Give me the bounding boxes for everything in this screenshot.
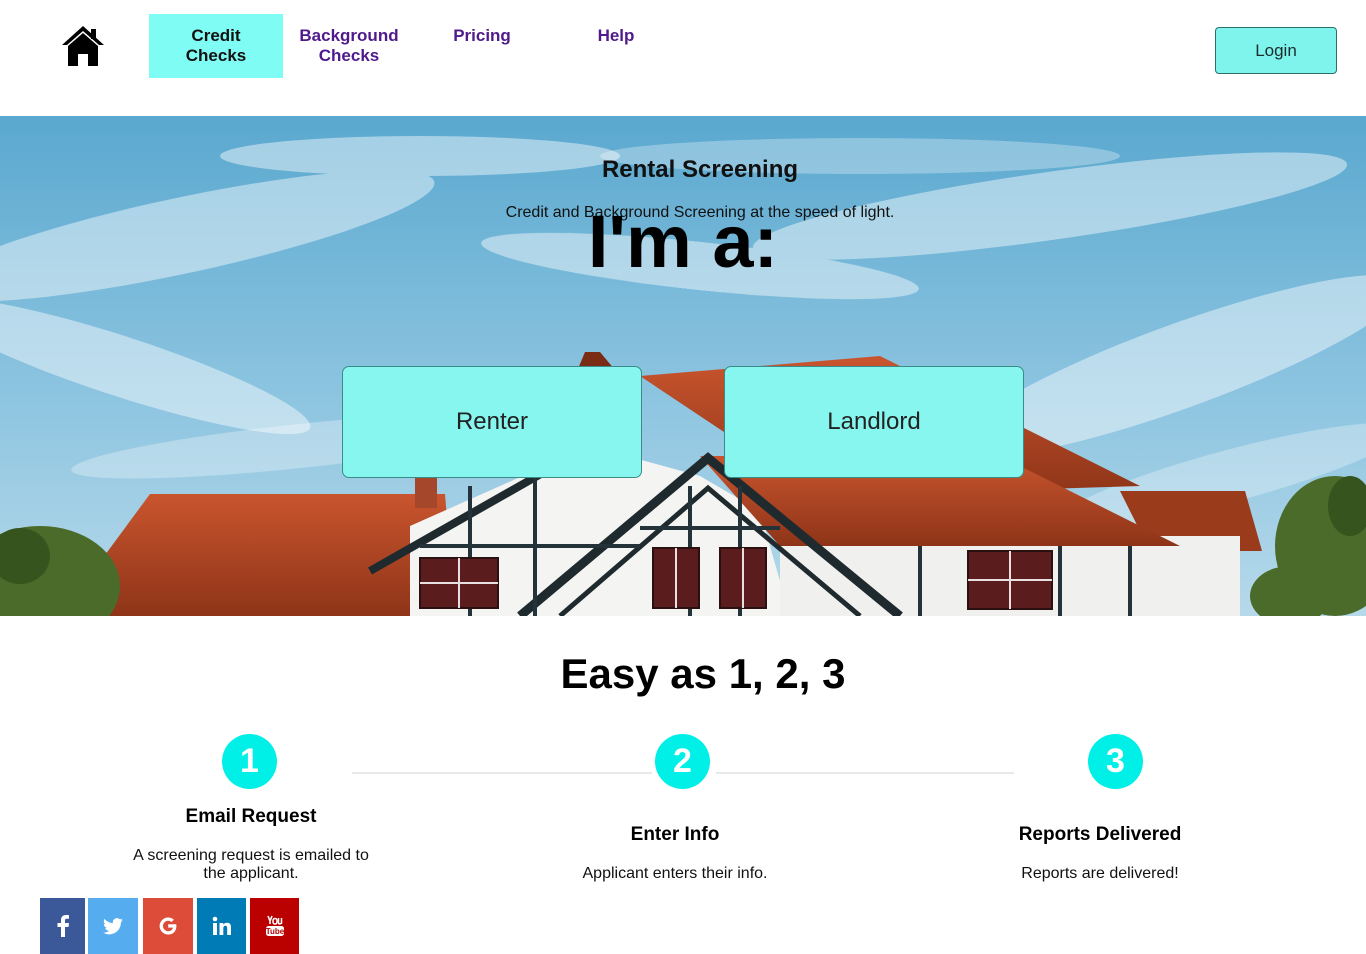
nav-label: Pricing <box>453 26 511 45</box>
youtube-icon: Tube <box>265 915 284 936</box>
nav-label: Help <box>597 26 635 45</box>
step-title: Email Request <box>185 806 317 827</box>
step-description: Reports are delivered! <box>1021 865 1179 882</box>
step-number-badge: 1 <box>222 734 277 789</box>
hero-section: Rental Screening Credit and Background S… <box>0 116 1366 616</box>
steps-heading: Easy as 1, 2, 3 <box>560 650 846 697</box>
google-link[interactable] <box>143 898 193 954</box>
home-link[interactable] <box>60 24 106 68</box>
svg-text:Tube: Tube <box>265 927 284 936</box>
step-title: Reports Delivered <box>1018 824 1182 845</box>
linkedin-icon <box>212 916 231 935</box>
nav-credit-checks[interactable]: Credit Checks <box>149 14 283 78</box>
linkedin-link[interactable] <box>197 898 246 954</box>
home-icon <box>62 26 104 66</box>
nav-label: Background Checks <box>299 26 399 65</box>
step-description: Applicant enters their info. <box>582 865 768 882</box>
twitter-link[interactable] <box>88 898 138 954</box>
step-number-badge: 2 <box>655 734 710 789</box>
step-title: Enter Info <box>630 824 720 845</box>
step-connector <box>716 772 1014 774</box>
step-connector <box>352 772 652 774</box>
step-number-badge: 3 <box>1088 734 1143 789</box>
facebook-link[interactable] <box>40 898 85 954</box>
youtube-link[interactable]: Tube <box>250 898 299 954</box>
site-header: Credit Checks Background Checks Pricing … <box>0 0 1366 116</box>
nav-background-checks[interactable]: Background Checks <box>282 14 416 78</box>
landlord-button[interactable]: Landlord <box>724 366 1024 478</box>
hero-house-image <box>0 116 1366 616</box>
facebook-icon <box>57 915 69 937</box>
hero-title: Rental Screening <box>601 156 799 183</box>
renter-button[interactable]: Renter <box>342 366 642 478</box>
login-button[interactable]: Login <box>1215 27 1337 74</box>
nav-label: Credit Checks <box>185 26 247 65</box>
step-description: A screening request is emailed to the ap… <box>133 847 369 882</box>
nav-help[interactable]: Help <box>549 14 683 78</box>
google-icon <box>159 917 177 935</box>
nav-pricing[interactable]: Pricing <box>415 14 549 78</box>
role-question: I'm a: <box>587 200 779 283</box>
twitter-icon <box>103 917 123 934</box>
